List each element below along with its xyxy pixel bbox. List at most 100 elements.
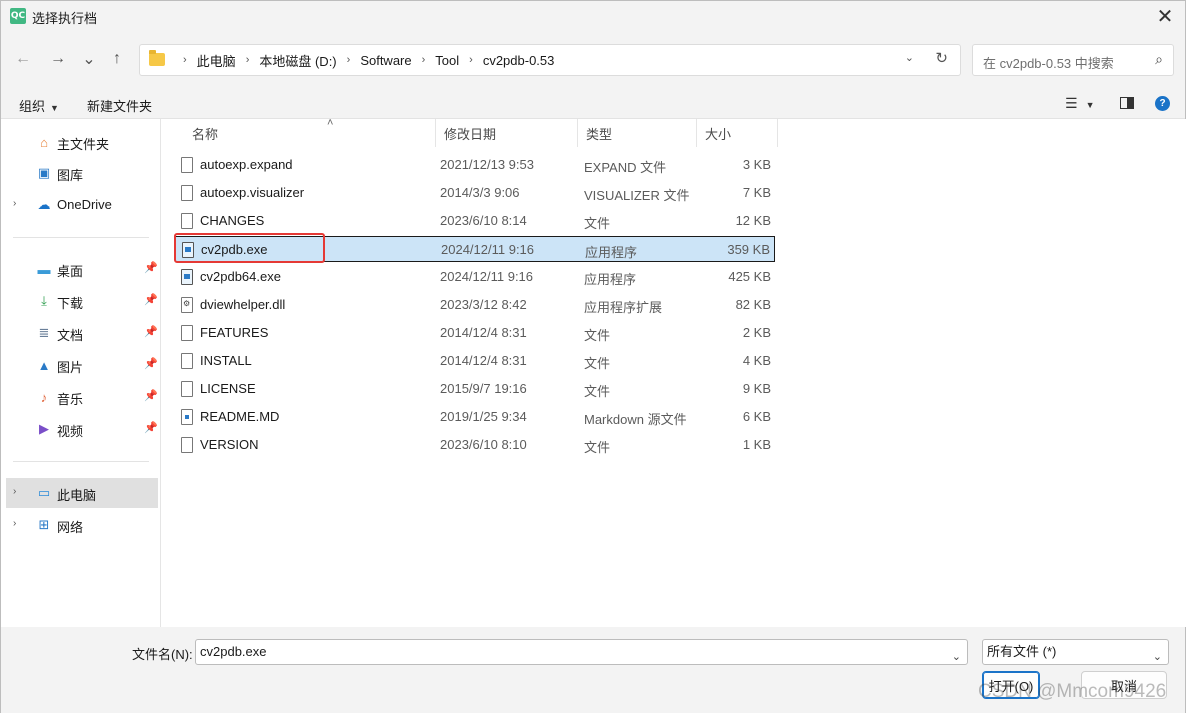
file-row[interactable]: INSTALL 2014/12/4 8:31 文件 4 KB xyxy=(175,348,775,374)
file-type: 文件 xyxy=(584,328,611,343)
column-header-type[interactable]: 类型 xyxy=(578,119,697,147)
file-icon xyxy=(181,157,193,173)
sidebar-item[interactable]: ♪ 音乐 📌 xyxy=(6,382,158,412)
address-history-chevron-icon[interactable]: ⌄ xyxy=(905,51,914,64)
file-date: 2024/12/11 9:16 xyxy=(440,269,534,284)
back-button[interactable]: ← xyxy=(12,48,34,70)
app-logo-icon: QC xyxy=(10,8,26,24)
file-date: 2023/6/10 8:14 xyxy=(440,213,527,228)
dropdown-arrow-icon: ▼ xyxy=(1085,100,1095,110)
file-date: 2019/1/25 9:34 xyxy=(440,409,527,424)
file-row[interactable]: CHANGES 2023/6/10 8:14 文件 12 KB xyxy=(175,208,775,234)
sidebar-item-label: 下载 xyxy=(57,296,84,311)
forward-arrow-icon: → xyxy=(50,50,66,67)
sidebar-item[interactable]: › ⊞ 网络 xyxy=(6,510,158,540)
desktop-icon: ▬ xyxy=(37,261,51,277)
file-row[interactable]: autoexp.visualizer 2014/3/3 9:06 VISUALIZE… xyxy=(175,180,775,206)
file-row[interactable]: README.MD 2019/1/25 9:34 Markdown 源文件 6 KB xyxy=(175,404,775,430)
sidebar-item-label: 此电脑 xyxy=(57,488,97,503)
file-date: 2023/6/10 8:10 xyxy=(440,437,527,452)
file-row[interactable]: FEATURES 2014/12/4 8:31 文件 2 KB xyxy=(175,320,775,346)
breadcrumb-item[interactable]: Software xyxy=(360,53,411,68)
column-date-label: 修改日期 xyxy=(444,126,497,142)
open-button[interactable]: 打开(O) xyxy=(982,671,1040,699)
preview-pane-icon[interactable] xyxy=(1120,97,1134,109)
up-button[interactable]: ↑ xyxy=(106,48,128,70)
file-row[interactable]: cv2pdb.exe 2024/12/11 9:16 应用程序 359 KB xyxy=(175,236,775,262)
file-row[interactable]: LICENSE 2015/9/7 19:16 文件 9 KB xyxy=(175,376,775,402)
sidebar-item[interactable]: ▬ 桌面 📌 xyxy=(6,254,158,284)
file-type-value: 所有文件 (*) xyxy=(987,644,1057,659)
application-icon xyxy=(181,269,193,285)
sidebar-item[interactable]: › ▭ 此电脑 xyxy=(6,478,158,508)
file-date: 2023/3/12 8:42 xyxy=(440,297,527,312)
column-header-name[interactable]: 名称 ˄ xyxy=(184,117,436,147)
documents-icon: ≣ xyxy=(38,325,50,340)
chevron-down-icon: ⌄ xyxy=(1152,651,1162,663)
search-box[interactable]: 在 cv2pdb-0.53 中搜索 ⌕ xyxy=(972,44,1174,76)
sidebar-item[interactable]: ≣ 文档 📌 xyxy=(6,318,158,348)
sort-ascending-icon: ˄ xyxy=(327,117,334,129)
pin-icon: 📌 xyxy=(144,262,158,274)
view-options-button[interactable]: ☰ ▼ xyxy=(1065,95,1094,112)
file-type: VISUALIZER 文件 xyxy=(584,188,690,203)
file-size: 7 KB xyxy=(742,185,771,200)
address-bar[interactable]: › 此电脑 › 本地磁盘 (D:) › Software › Tool › cv2pdb-0.53… xyxy=(139,44,961,76)
breadcrumb-separator-icon[interactable]: › xyxy=(469,54,473,66)
breadcrumb-item[interactable]: cv2pdb-0.53 xyxy=(483,53,555,68)
video-icon: ▶ xyxy=(39,421,49,436)
breadcrumb-separator-icon[interactable]: › xyxy=(183,54,187,66)
file-size: 425 KB xyxy=(728,269,771,284)
file-type-select[interactable]: 所有文件 (*) ⌄ xyxy=(982,639,1169,665)
file-size: 1 KB xyxy=(742,437,771,452)
file-type: 文件 xyxy=(584,216,611,231)
sidebar-item-label: 文档 xyxy=(57,328,84,343)
filename-input[interactable]: cv2pdb.exe ⌄ xyxy=(195,639,968,665)
breadcrumb-item[interactable]: Tool xyxy=(435,53,459,68)
recent-locations-button[interactable]: ⌄ xyxy=(78,48,100,70)
breadcrumb-separator-icon[interactable]: › xyxy=(422,54,426,66)
chevron-right-icon[interactable]: › xyxy=(13,486,16,497)
sidebar-divider xyxy=(13,237,149,238)
chevron-right-icon[interactable]: › xyxy=(13,198,16,209)
chevron-right-icon[interactable]: › xyxy=(13,518,16,529)
sidebar-item[interactable]: ⌂ 主文件夹 xyxy=(6,127,158,157)
file-row[interactable]: dviewhelper.dll 2023/3/12 8:42 应用程序扩展 82 KB xyxy=(175,292,775,318)
sidebar-item-label: 网络 xyxy=(57,520,84,535)
pin-icon: 📌 xyxy=(144,390,158,402)
sidebar-item-label: 音乐 xyxy=(57,392,84,407)
search-icon: ⌕ xyxy=(1155,51,1163,67)
file-row[interactable]: autoexp.expand 2021/12/13 9:53 EXPAND 文件 3 … xyxy=(175,152,775,178)
sidebar-item[interactable]: ▣ 图库 xyxy=(6,158,158,188)
column-header-date[interactable]: 修改日期 xyxy=(436,119,578,147)
organize-menu[interactable]: 组织 ▼ xyxy=(19,96,59,115)
file-list: 名称 ˄ 修改日期 类型 大小 autoexp.expand 2021/12/13… xyxy=(161,117,1186,627)
column-name-label: 名称 xyxy=(192,126,219,142)
breadcrumb-separator-icon[interactable]: › xyxy=(347,54,351,66)
pin-icon: 📌 xyxy=(144,358,158,370)
sidebar-item[interactable]: ▶ 视频 📌 xyxy=(6,414,158,444)
file-size: 82 KB xyxy=(735,297,771,312)
file-row[interactable]: VERSION 2023/6/10 8:10 文件 1 KB xyxy=(175,432,775,458)
breadcrumb-item[interactable]: 本地磁盘 (D:) xyxy=(259,51,336,70)
chevron-down-icon[interactable]: ⌄ xyxy=(952,645,961,669)
help-icon[interactable]: ? xyxy=(1155,96,1170,111)
sidebar-item[interactable]: › ☁ OneDrive xyxy=(6,190,158,220)
close-button[interactable]: ✕ xyxy=(1153,4,1177,28)
file-size: 9 KB xyxy=(742,381,771,396)
column-header-size[interactable]: 大小 xyxy=(697,119,778,147)
forward-button[interactable]: → xyxy=(47,48,69,70)
file-size: 359 KB xyxy=(727,242,770,257)
dialog-footer: 文件名(N): cv2pdb.exe ⌄ 所有文件 (*) ⌄ 打开(O) 取消 xyxy=(1,627,1185,713)
cancel-button[interactable]: 取消 xyxy=(1081,671,1167,699)
filename-value: cv2pdb.exe xyxy=(200,644,267,659)
sidebar-item[interactable]: ▲ 图片 📌 xyxy=(6,350,158,380)
file-row[interactable]: cv2pdb64.exe 2024/12/11 9:16 应用程序 425 KB xyxy=(175,264,775,290)
new-folder-button[interactable]: 新建文件夹 xyxy=(87,96,152,115)
file-size: 2 KB xyxy=(742,325,771,340)
sidebar-item[interactable]: ⤓ 下载 📌 xyxy=(6,286,158,316)
gallery-icon: ▣ xyxy=(37,165,51,180)
breadcrumb-separator-icon[interactable]: › xyxy=(246,54,250,66)
refresh-icon[interactable]: ↻ xyxy=(935,49,948,67)
breadcrumb-item[interactable]: 此电脑 xyxy=(197,51,236,70)
